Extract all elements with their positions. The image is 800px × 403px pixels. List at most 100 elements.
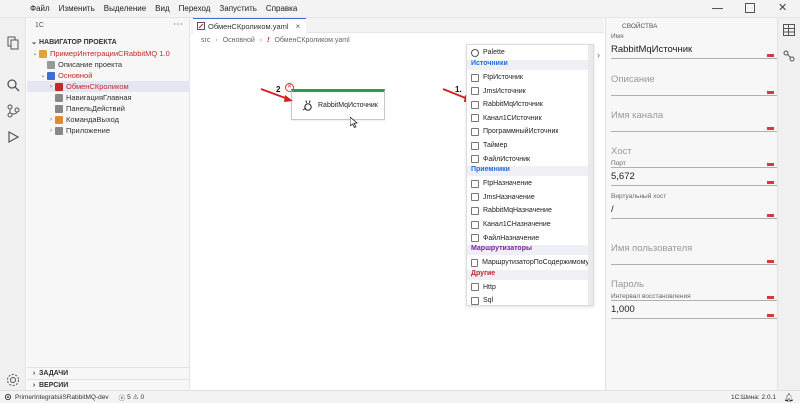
breadcrumb-item[interactable]: ОбменСКроликом.yaml [274, 37, 349, 44]
menu-edit[interactable]: Изменить [59, 4, 95, 13]
field-underline [611, 131, 777, 132]
palette-item[interactable]: FtpИсточник [471, 71, 589, 84]
property-input[interactable]: / [611, 204, 614, 215]
palette-item[interactable]: Канал1СИсточник [471, 112, 589, 125]
field-edit-marker-icon[interactable] [767, 127, 774, 130]
tree-item[interactable]: › КомандаВыход [27, 114, 190, 125]
navigator-section-header[interactable]: ⌄ НАВИГАТОР ПРОЕКТА [27, 36, 190, 48]
tree-toggle-icon[interactable]: › [47, 128, 55, 134]
palette-header[interactable]: Palette [471, 46, 589, 59]
field-edit-marker-icon[interactable] [767, 260, 774, 263]
tab-obmenskrolikom[interactable]: ОбменСКроликом.yaml × [193, 18, 307, 33]
tree-toggle-icon[interactable]: ⌄ [31, 50, 39, 57]
field-edit-marker-icon[interactable] [767, 54, 774, 57]
component-icon [471, 258, 479, 267]
property-input[interactable]: 1,000 [611, 304, 635, 315]
property-input[interactable]: Хост [611, 146, 632, 157]
property-label: Порт [611, 160, 626, 167]
menu-run[interactable]: Запустить [219, 4, 257, 13]
status-left: PrimerIntegratsiiSRabbitMQ-dev ⓧ 5 ⚠ 0 [4, 392, 144, 402]
minimize-button[interactable] [712, 8, 723, 9]
palette-item[interactable]: JmsНазначение [471, 191, 589, 204]
diagram-nodes-icon[interactable] [783, 50, 795, 62]
menu-selection[interactable]: Выделение [104, 4, 146, 13]
tree-node-icon [39, 49, 47, 58]
field-edit-marker-icon[interactable] [767, 91, 774, 94]
tasks-section-header[interactable]: › ЗАДАЧИ [27, 367, 190, 379]
canvas-node-rabbitmq-source[interactable]: RabbitMqИсточник [291, 89, 385, 120]
node-label: RabbitMqИсточник [318, 102, 378, 109]
field-edit-marker-icon[interactable] [767, 163, 774, 166]
yaml-file-icon: ! [267, 37, 270, 44]
field-edit-marker-icon[interactable] [767, 181, 774, 184]
palette-section-header[interactable]: Другие [467, 269, 590, 280]
menu-view[interactable]: Вид [155, 4, 169, 13]
bell-icon[interactable]: 🔔︎ [784, 393, 794, 402]
palette-item[interactable]: RabbitMqНазначение [471, 204, 589, 217]
palette-item[interactable]: Таймер [471, 139, 589, 152]
tree-item[interactable]: ⌄ ПримерИнтеграцииСRabbitMQ 1.0 [27, 48, 190, 59]
close-window-button[interactable]: ✕ [778, 1, 787, 14]
platform-version[interactable]: 1С:Шина: 2.0.1 [731, 394, 776, 401]
palette-section-header[interactable]: Источники [467, 60, 590, 70]
palette-section-header[interactable]: Приемники [467, 166, 590, 177]
property-input[interactable]: 5,672 [611, 171, 635, 182]
maximize-button[interactable] [745, 3, 755, 13]
menu-bar: Файл Изменить Выделение Вид Переход Запу… [0, 0, 800, 18]
palette-item-label: МаршрутизаторПоСодержимому [482, 259, 589, 267]
settings-gear-icon[interactable] [4, 371, 22, 389]
property-input[interactable]: RabbitMqИсточник [611, 44, 692, 55]
navigator-title: НАВИГАТОР ПРОЕКТА [39, 38, 117, 46]
tree-node-icon [55, 93, 63, 102]
tree-item[interactable]: ⌄ Основной [27, 70, 190, 81]
tree-item[interactable]: Описание проекта [27, 59, 190, 70]
tree-item[interactable]: ПанельДействий [27, 103, 190, 114]
menu-go[interactable]: Переход [179, 4, 211, 13]
palette-section-header[interactable]: Маршрутизаторы [467, 245, 590, 256]
palette-item[interactable]: JmsИсточник [471, 85, 589, 98]
property-input[interactable]: Имя пользователя [611, 243, 692, 254]
project-status[interactable]: PrimerIntegratsiiSRabbitMQ-dev [4, 393, 109, 401]
palette-item[interactable]: Http [471, 281, 589, 294]
tree-item[interactable]: НавигацияГлавная [27, 92, 190, 103]
palette-item[interactable]: Канал1СНазначение [471, 218, 589, 231]
field-underline [611, 58, 777, 59]
tree-item[interactable]: › ОбменСКроликом [27, 81, 190, 92]
palette-item[interactable]: FtpНазначение [471, 177, 589, 190]
breadcrumb-item[interactable]: src [201, 37, 210, 44]
palette-item[interactable]: ФайлНазначение [471, 232, 589, 245]
problems-indicator[interactable]: ⓧ 5 ⚠ 0 [119, 392, 145, 403]
palette-item[interactable]: Sql [471, 294, 589, 305]
tree-toggle-icon[interactable]: ⌄ [39, 72, 47, 79]
field-edit-marker-icon[interactable] [767, 314, 774, 317]
chevron-right-icon: › [32, 382, 36, 389]
explorer-icon[interactable] [4, 34, 22, 52]
breadcrumb-item[interactable]: Основной [223, 37, 255, 44]
field-edit-marker-icon[interactable] [767, 296, 774, 299]
search-icon[interactable] [4, 76, 22, 94]
palette-item[interactable]: ПрограммныйИсточник [471, 125, 589, 138]
menu-help[interactable]: Справка [266, 4, 297, 13]
table-grid-icon[interactable] [783, 24, 795, 36]
palette-item-label: RabbitMqИсточник [483, 101, 543, 109]
property-input[interactable]: Описание [611, 74, 655, 85]
palette-item[interactable]: RabbitMqИсточник [471, 98, 589, 111]
field-underline [611, 300, 777, 301]
source-control-icon[interactable] [4, 102, 22, 120]
palette-item[interactable]: МаршрутизаторПоСодержимому [471, 256, 589, 269]
field-edit-marker-icon[interactable] [767, 214, 774, 217]
property-input[interactable]: Имя канала [611, 110, 663, 121]
component-icon [471, 220, 479, 229]
tab-close-button[interactable]: × [296, 22, 301, 31]
chevron-right-icon[interactable]: › [597, 50, 600, 60]
tree-toggle-icon[interactable]: › [47, 117, 55, 123]
more-actions-button[interactable]: ⋯ [173, 19, 183, 30]
tree-item[interactable]: › Приложение [27, 125, 190, 136]
palette-scrollbar[interactable] [588, 45, 593, 305]
property-input[interactable]: Пароль [611, 279, 644, 290]
menu-file[interactable]: Файл [30, 4, 50, 13]
run-debug-icon[interactable] [4, 128, 22, 146]
error-count: 5 [127, 393, 131, 401]
palette-item[interactable]: ФайлИсточник [471, 153, 589, 166]
tree-toggle-icon[interactable]: › [47, 84, 55, 90]
